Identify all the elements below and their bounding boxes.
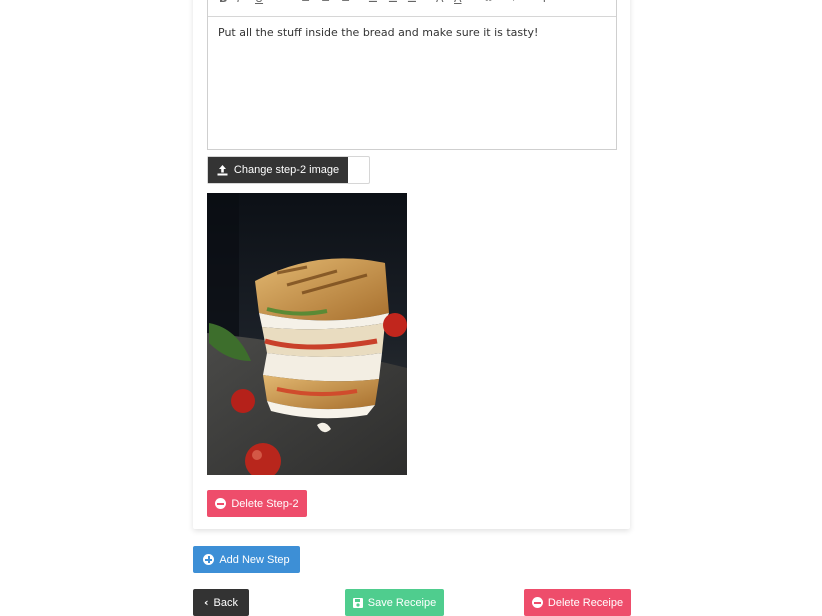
change-image-label: Change step-2 image: [233, 164, 340, 176]
add-new-step-label: Add New Step: [219, 553, 290, 566]
save-recipe-button[interactable]: Save Receipe: [345, 589, 444, 616]
editor-toolbar: B I U ” ≡ ≡ ≡ ☰ ☰ ☰ A A ∞ ⌐ T: [208, 0, 616, 17]
checklist-icon[interactable]: ☰: [407, 0, 417, 4]
delete-step-button[interactable]: Delete Step-2: [207, 490, 307, 517]
back-button[interactable]: ‹ Back: [193, 589, 249, 616]
plus-circle-icon: [203, 554, 215, 565]
align-center-icon[interactable]: ≡: [321, 0, 330, 4]
unordered-list-icon[interactable]: ☰: [388, 0, 398, 4]
minus-circle-icon: [215, 498, 227, 509]
code-icon[interactable]: ⌐: [512, 0, 521, 4]
delete-recipe-label: Delete Receipe: [547, 596, 624, 609]
save-recipe-label: Save Receipe: [367, 596, 437, 609]
change-image-button[interactable]: Change step-2 image: [208, 157, 348, 183]
ordered-list-icon[interactable]: ☰: [368, 0, 378, 4]
link-icon[interactable]: ∞: [484, 0, 493, 4]
delete-step-label: Delete Step-2: [231, 497, 299, 510]
upload-icon: [217, 164, 228, 176]
text-background-icon[interactable]: A: [436, 0, 444, 4]
minus-circle-icon: [531, 597, 543, 608]
save-icon: [352, 597, 363, 608]
delete-recipe-button[interactable]: Delete Receipe: [524, 589, 631, 616]
italic-icon[interactable]: I: [237, 0, 240, 4]
align-right-icon[interactable]: ≡: [341, 0, 350, 4]
quote-icon[interactable]: ”: [275, 0, 281, 4]
step-image: [207, 193, 407, 475]
editor-content[interactable]: Put all the stuff inside the bread and m…: [218, 26, 538, 39]
align-left-icon[interactable]: ≡: [301, 0, 310, 4]
add-new-step-button[interactable]: Add New Step: [193, 546, 300, 573]
image-upload-group: Change step-2 image: [207, 156, 370, 184]
clear-format-icon[interactable]: T: [541, 0, 548, 4]
back-label: Back: [213, 596, 238, 609]
bold-icon[interactable]: B: [219, 0, 227, 4]
text-color-icon[interactable]: A: [454, 0, 462, 4]
underline-icon[interactable]: U: [255, 0, 263, 4]
step-description-editor[interactable]: B I U ” ≡ ≡ ≡ ☰ ☰ ☰ A A ∞ ⌐ T Put all th…: [207, 0, 617, 150]
chevron-left-icon: ‹: [203, 596, 209, 609]
